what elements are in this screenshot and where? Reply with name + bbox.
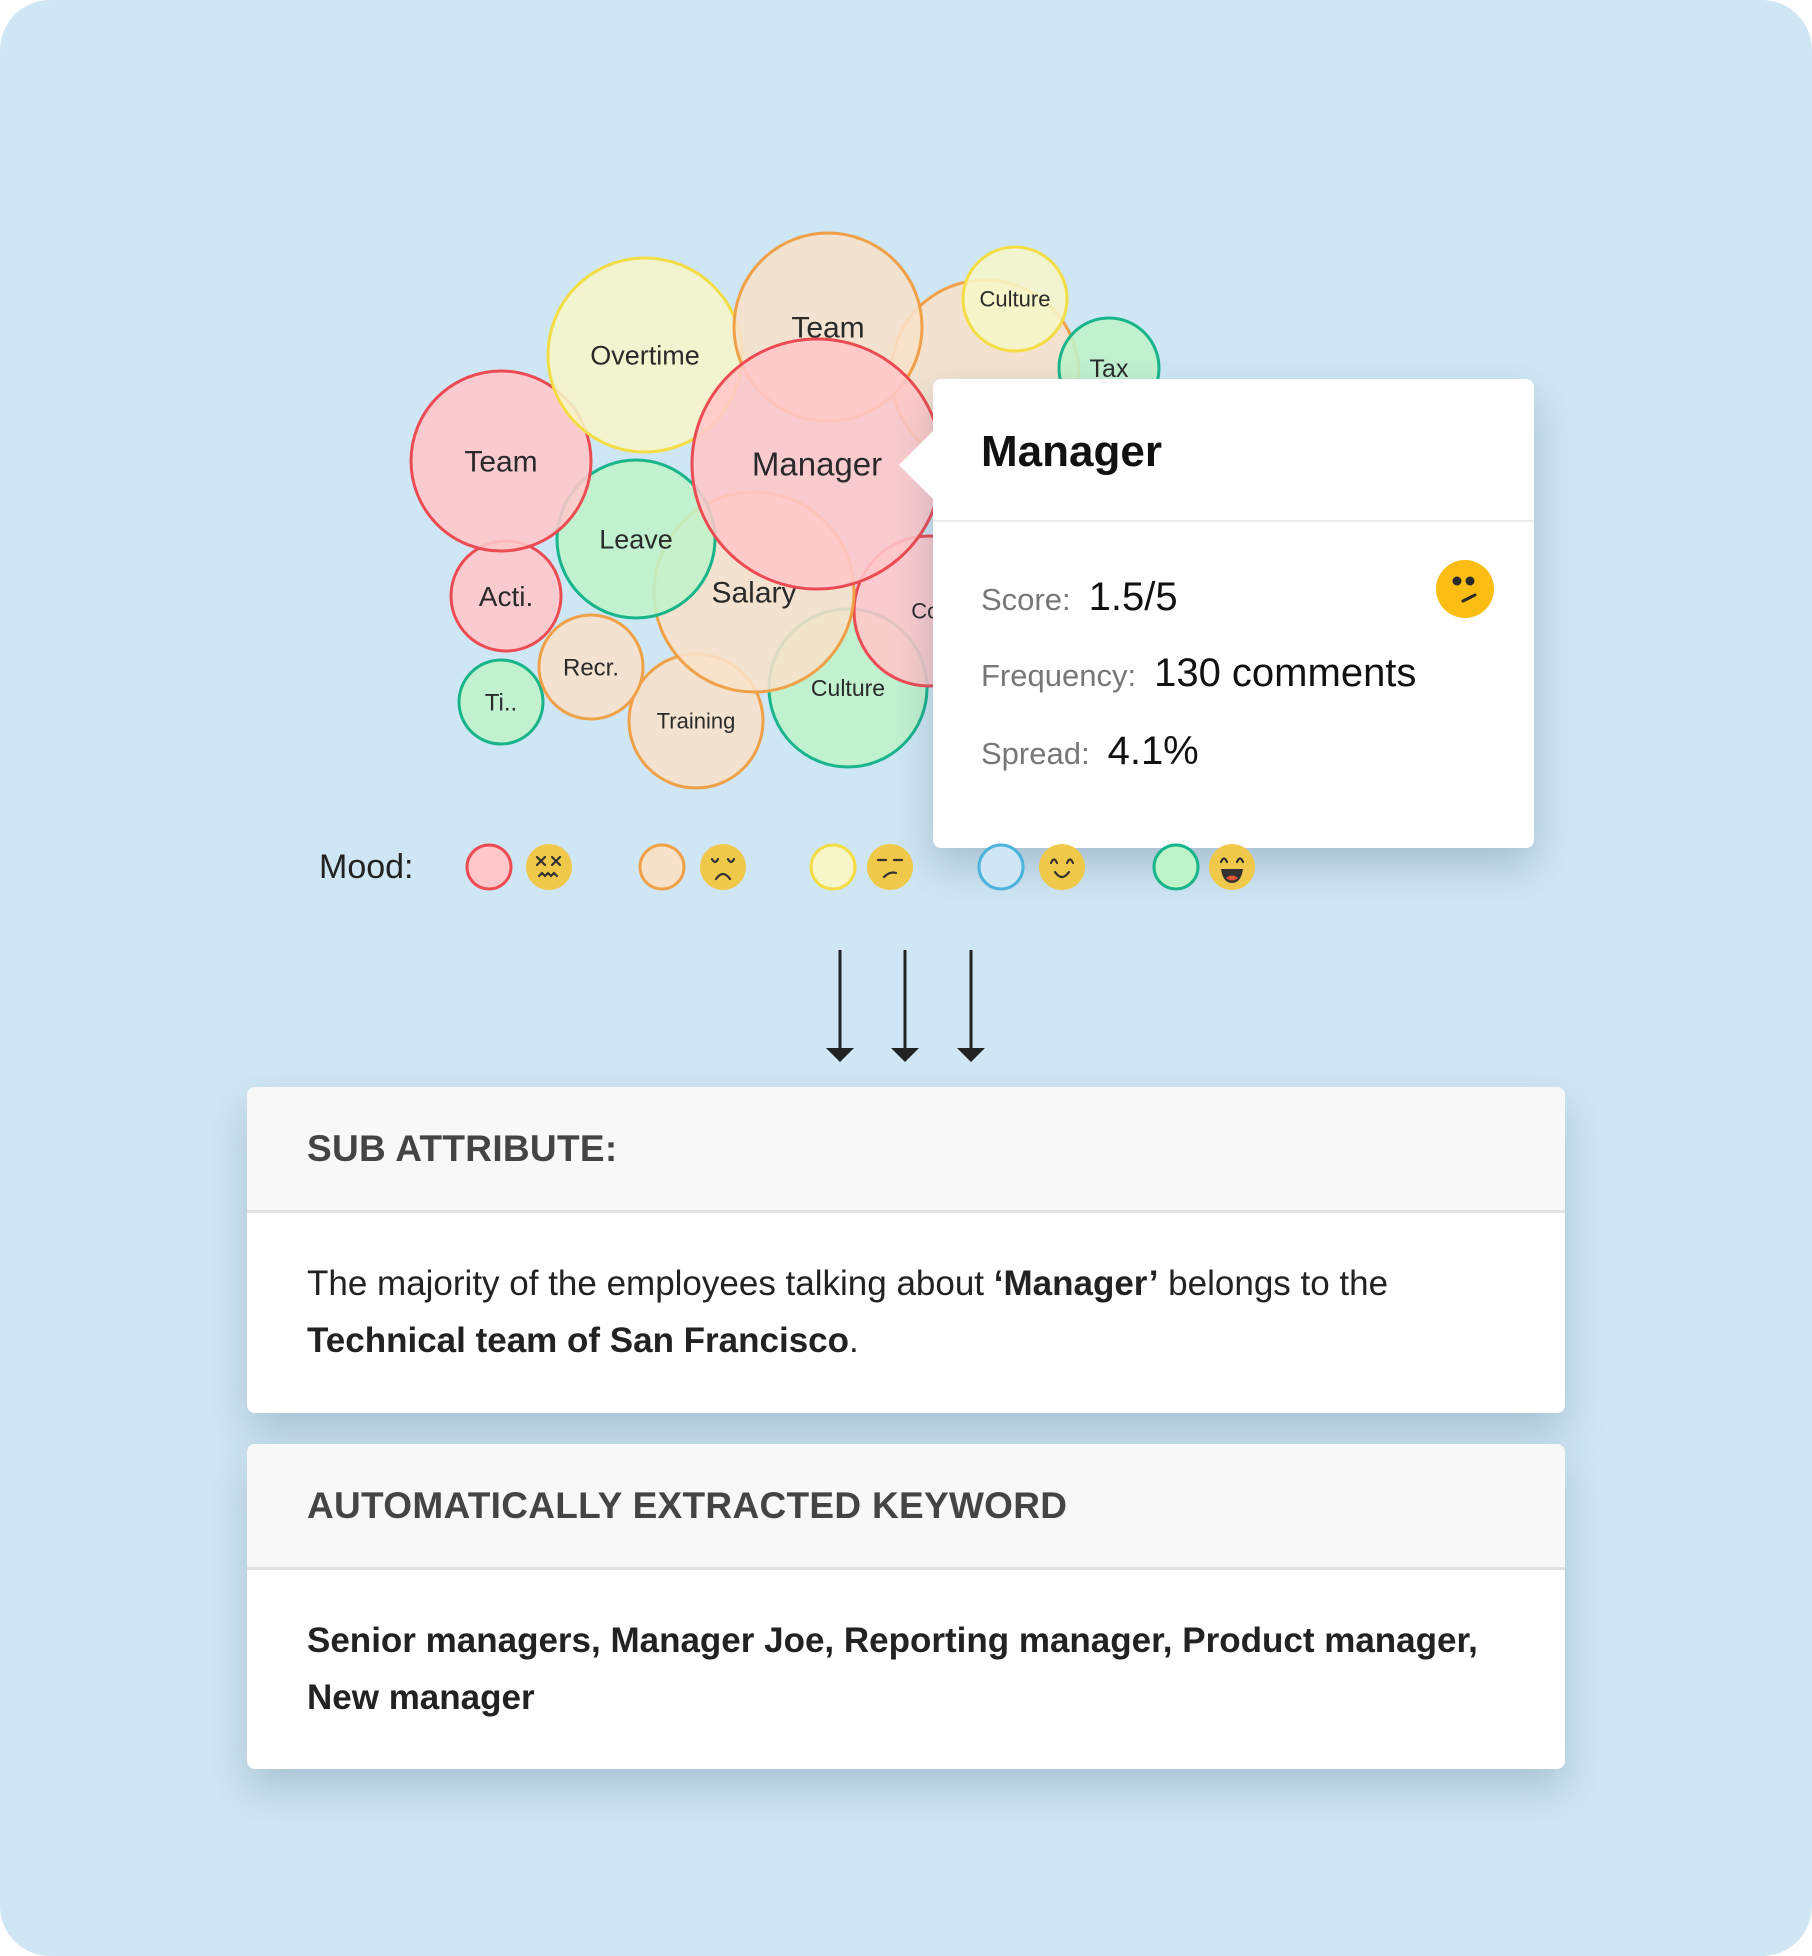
sub-attribute-header: SUB ATTRIBUTE:: [247, 1087, 1565, 1213]
keywords-header: AUTOMATICALLY EXTRACTED KEYWORD: [247, 1444, 1565, 1570]
sub-attribute-card: SUB ATTRIBUTE: The majority of the emplo…: [247, 1087, 1565, 1413]
keywords-text: Senior managers, Manager Joe, Reporting …: [307, 1621, 1478, 1717]
text-segment: .: [849, 1321, 859, 1360]
text-segment: belongs to the: [1158, 1264, 1389, 1303]
highlighted-team: Technical team of San Francisco: [307, 1321, 850, 1360]
flow-arrows: [826, 950, 985, 1062]
down-arrow-icon: [957, 950, 985, 1062]
down-arrow-icon: [891, 950, 919, 1062]
keywords-card: AUTOMATICALLY EXTRACTED KEYWORD Senior m…: [247, 1444, 1565, 1769]
sub-attribute-text: The majority of the employees talking ab…: [247, 1213, 1565, 1369]
down-arrow-icon: [826, 950, 854, 1062]
text-segment: The majority of the employees talking ab…: [307, 1264, 994, 1303]
highlighted-attribute: ‘Manager’: [993, 1264, 1159, 1303]
